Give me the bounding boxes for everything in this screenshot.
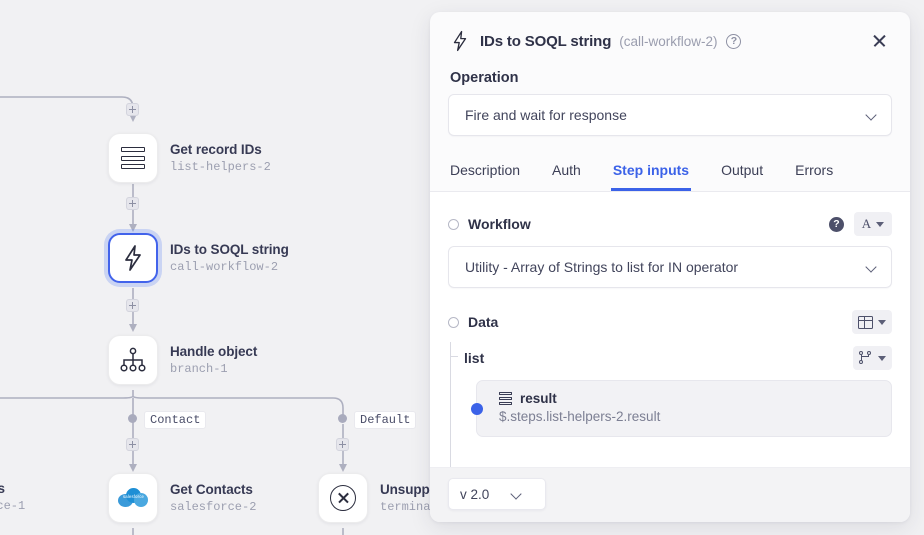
workflow-radio-toggle[interactable] bbox=[448, 218, 459, 230]
lightning-icon bbox=[453, 30, 467, 52]
add-step-button[interactable] bbox=[126, 103, 139, 116]
node-handle-object[interactable]: Handle object branch-1 bbox=[108, 335, 257, 385]
add-step-button[interactable] bbox=[126, 438, 139, 451]
version-value: v 2.0 bbox=[460, 486, 490, 502]
version-select[interactable]: v 2.0 bbox=[448, 478, 546, 510]
list-icon bbox=[499, 392, 512, 405]
lightning-icon bbox=[125, 245, 141, 271]
tab-errors[interactable]: Errors bbox=[793, 154, 835, 191]
node-id: orce-1 bbox=[0, 498, 26, 513]
workflow-selected-value: Utility - Array of Strings to list for I… bbox=[465, 259, 739, 275]
node-icon-box bbox=[318, 473, 368, 523]
panel-step-id: (call-workflow-2) bbox=[619, 33, 718, 49]
help-icon[interactable]: ? bbox=[726, 33, 742, 49]
salesforce-icon: salesforce bbox=[118, 488, 148, 508]
help-icon[interactable]: ? bbox=[829, 216, 844, 232]
chevron-down-icon bbox=[866, 262, 877, 273]
result-path: $.steps.list-helpers-2.result bbox=[499, 409, 661, 424]
data-subfield-list: list result $.steps.list-helpers-2.resul… bbox=[448, 342, 892, 467]
add-step-button[interactable] bbox=[126, 299, 139, 312]
data-field-tools bbox=[852, 310, 892, 334]
connection-handle[interactable] bbox=[471, 402, 483, 415]
node-title: Handle object bbox=[170, 343, 258, 359]
workflow-type-dropdown[interactable]: A bbox=[854, 212, 892, 236]
node-id: salesforce-2 bbox=[170, 499, 257, 514]
node-id: list-helpers-2 bbox=[170, 159, 271, 174]
list-value-card[interactable]: result $.steps.list-helpers-2.result bbox=[471, 380, 892, 437]
panel-title: IDs to SOQL string bbox=[480, 32, 612, 50]
operation-label: Operation bbox=[450, 70, 519, 86]
table-icon bbox=[858, 315, 873, 329]
workflow-field-label: Workflow bbox=[468, 216, 531, 232]
list-icon bbox=[121, 147, 145, 169]
node-icon-box: salesforce bbox=[108, 473, 158, 523]
operation-select[interactable]: Fire and wait for response bbox=[448, 94, 892, 136]
step-inputs-body: Workflow ? A Utility - Array of Strings … bbox=[430, 192, 910, 467]
tab-auth[interactable]: Auth bbox=[550, 154, 583, 191]
branch-icon bbox=[859, 351, 873, 365]
chevron-down-icon bbox=[511, 489, 522, 500]
branch-label-default: Default bbox=[354, 411, 417, 429]
workflow-select[interactable]: Utility - Array of Strings to list for I… bbox=[448, 246, 892, 288]
node-labels: Handle object branch-1 bbox=[170, 344, 257, 376]
workflow-field-row: Workflow ? A bbox=[448, 212, 892, 236]
add-step-button[interactable] bbox=[126, 197, 139, 210]
operation-selected-value: Fire and wait for response bbox=[465, 107, 627, 123]
node-id: branch-1 bbox=[170, 361, 228, 376]
node-title: Get record IDs bbox=[170, 141, 262, 157]
workflow-field-tools: ? A bbox=[829, 212, 892, 236]
workflow-editor-screen: Get record IDs list-helpers-2 IDs to SOQ… bbox=[0, 0, 924, 535]
node-icon-box bbox=[108, 335, 158, 385]
branch-label-contact: Contact bbox=[144, 411, 207, 429]
tab-step-inputs[interactable]: Step inputs bbox=[610, 154, 692, 191]
data-type-dropdown[interactable] bbox=[852, 310, 892, 334]
node-labels: Get Contacts salesforce-2 bbox=[170, 482, 256, 514]
tab-output[interactable]: Output bbox=[719, 154, 765, 191]
result-title: result bbox=[520, 391, 557, 406]
panel-footer: v 2.0 bbox=[430, 467, 910, 522]
data-field-row: Data bbox=[448, 310, 892, 334]
data-radio-toggle[interactable] bbox=[448, 316, 459, 328]
chevron-down-icon bbox=[866, 110, 877, 121]
node-get-leads-labels: ads orce-1 bbox=[0, 481, 25, 513]
node-get-contacts[interactable]: salesforce Get Contacts salesforce-2 bbox=[108, 473, 256, 523]
list-source-dropdown[interactable] bbox=[853, 346, 892, 370]
add-step-button[interactable] bbox=[336, 438, 349, 451]
node-labels: IDs to SOQL string call-workflow-2 bbox=[170, 242, 289, 274]
caret-down-icon bbox=[876, 221, 885, 227]
node-title: ads bbox=[0, 481, 5, 496]
panel-tabs: Description Auth Step inputs Output Erro… bbox=[430, 154, 910, 192]
node-title: IDs to SOQL string bbox=[170, 241, 289, 257]
node-icon-box-selected bbox=[108, 233, 158, 283]
caret-down-icon bbox=[878, 319, 886, 325]
branch-tree-icon bbox=[120, 347, 146, 372]
panel-header: IDs to SOQL string (call-workflow-2) ? bbox=[430, 12, 910, 52]
list-field-tools bbox=[853, 346, 892, 370]
tab-description[interactable]: Description bbox=[448, 154, 522, 191]
result-title-row: result bbox=[499, 391, 877, 406]
node-unsupported-terminate[interactable]: Unsuppo terminat bbox=[318, 473, 438, 523]
data-field-label: Data bbox=[468, 314, 499, 330]
list-field-row: list bbox=[464, 346, 892, 370]
node-icon-box bbox=[108, 133, 158, 183]
node-ids-to-soql-string[interactable]: IDs to SOQL string call-workflow-2 bbox=[108, 233, 289, 283]
node-labels: Get record IDs list-helpers-2 bbox=[170, 142, 271, 174]
node-id: call-workflow-2 bbox=[170, 259, 279, 274]
caret-down-icon bbox=[878, 355, 886, 361]
branch-handle-contact[interactable] bbox=[128, 414, 137, 423]
tree-connector bbox=[450, 356, 458, 357]
list-field-label: list bbox=[464, 350, 485, 366]
node-title: Get Contacts bbox=[170, 481, 253, 497]
step-details-panel: IDs to SOQL string (call-workflow-2) ? O… bbox=[430, 12, 910, 522]
close-icon[interactable] bbox=[868, 30, 890, 52]
text-type-icon: A bbox=[861, 216, 872, 231]
x-circle-icon bbox=[330, 485, 356, 511]
branch-handle-default[interactable] bbox=[338, 414, 347, 423]
node-get-record-ids[interactable]: Get record IDs list-helpers-2 bbox=[108, 133, 271, 183]
